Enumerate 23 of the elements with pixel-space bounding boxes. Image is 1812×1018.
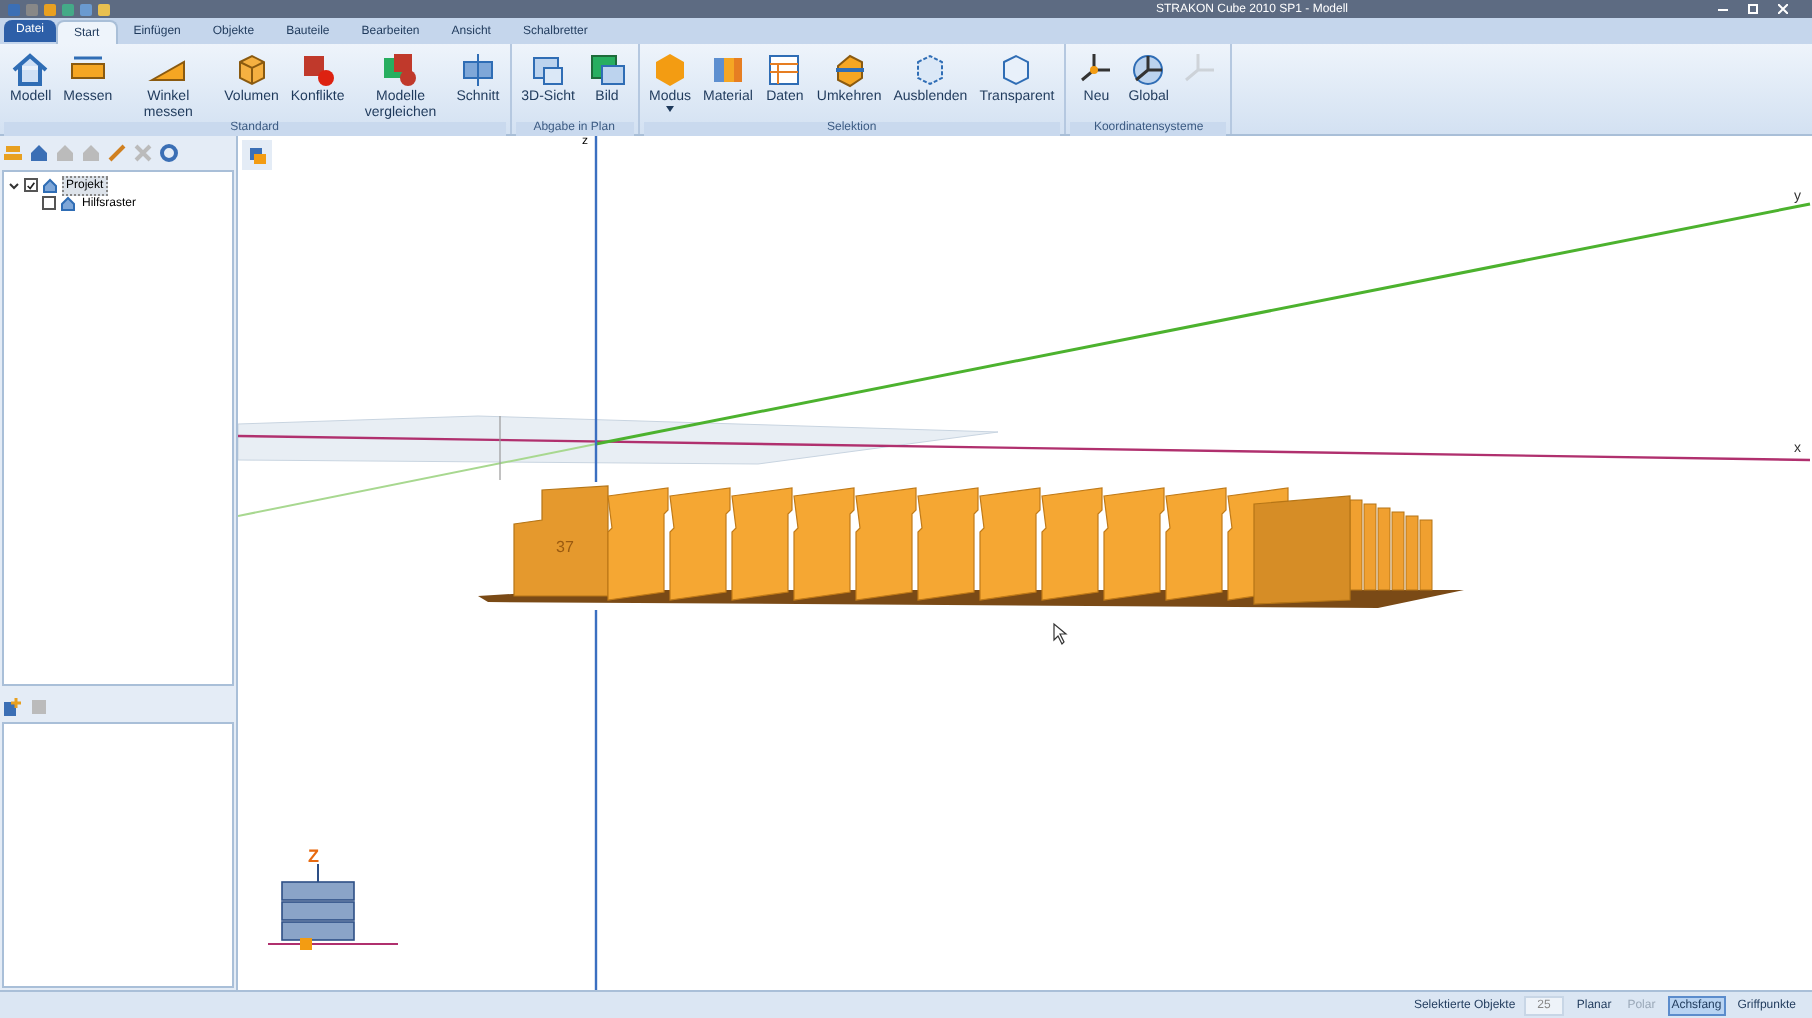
checkbox[interactable] xyxy=(24,178,38,192)
brush-icon[interactable] xyxy=(108,144,126,162)
hexagon-icon xyxy=(650,50,690,90)
maximize-icon[interactable] xyxy=(1748,4,1758,14)
view-tool-button[interactable] xyxy=(242,140,272,170)
section-icon xyxy=(457,50,498,90)
orientation-cube-drawing xyxy=(267,863,399,950)
mouse-cursor-icon xyxy=(1053,622,1068,645)
add-layer-icon[interactable] xyxy=(4,697,22,715)
formwork-model-drawing: 37 xyxy=(478,485,1464,608)
minimize-icon[interactable] xyxy=(1718,4,1728,14)
layer-icon[interactable] xyxy=(30,697,48,715)
axis-label: Z xyxy=(308,848,319,866)
house-icon xyxy=(10,50,51,90)
layers-icon xyxy=(247,145,267,165)
chevron-down-icon[interactable] xyxy=(8,179,20,191)
image-icon xyxy=(587,50,627,90)
layers-icon[interactable] xyxy=(4,144,22,162)
checkbox[interactable] xyxy=(42,196,56,210)
globe-axes-icon xyxy=(1128,50,1169,90)
table-icon xyxy=(764,50,805,90)
check-icon xyxy=(26,179,36,191)
cursor-crosshair xyxy=(499,415,501,481)
